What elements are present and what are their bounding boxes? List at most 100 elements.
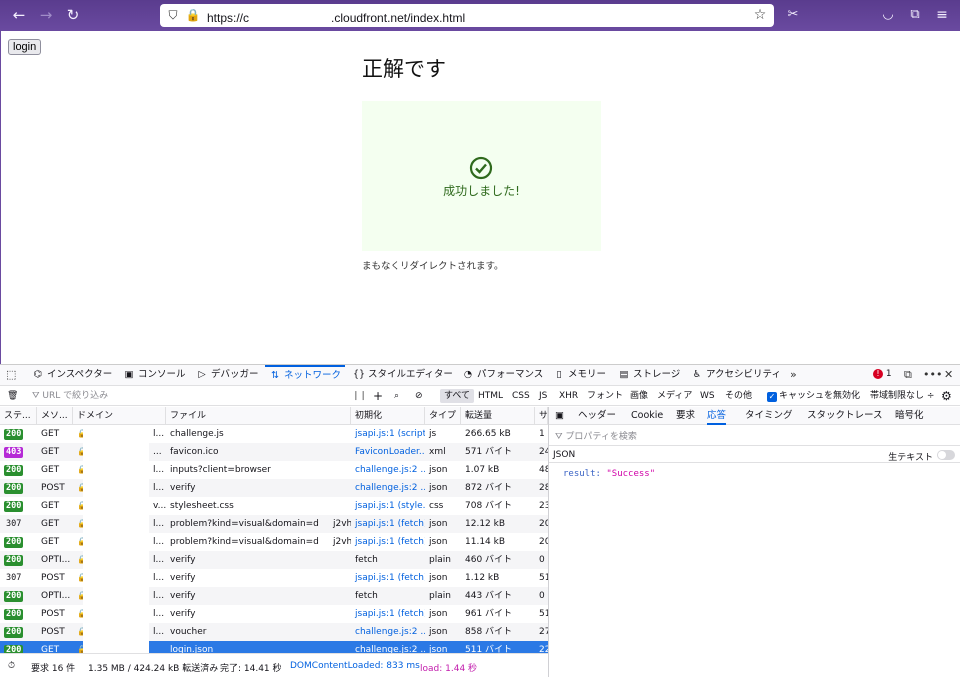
col-file[interactable]: ファイル [166,407,351,425]
filter-other[interactable]: その他 [725,389,752,403]
filter-images[interactable]: 画像 [630,389,648,403]
url-filter-input[interactable]: ⛛ URL で絞り込み [32,389,108,403]
initiator-cell[interactable]: FaviconLoader.... [351,443,425,461]
size-cell: 24 [539,447,548,457]
col-initiator[interactable]: 初期化 [351,407,425,425]
block-icon[interactable]: ⊘ [415,389,423,403]
table-row[interactable]: 200 GET 🔒 login.json challenge.js:2 ... json 5… [0,641,548,653]
tab-debugger[interactable]: ▷ デバッガー [196,365,258,386]
pause-icon[interactable]: ❙❙ [352,389,367,403]
status-badge: 200 [0,551,37,569]
shield-icon[interactable]: ⛉ [165,7,181,23]
filter-xhr[interactable]: XHR [559,389,578,403]
initiator-cell[interactable]: jsapi.js:1 (fetch) [351,605,425,623]
tab-performance[interactable]: ◔ パフォーマンス [462,365,543,386]
table-row[interactable]: 200 OPTI... 🔒 l... verify fetch plain 443 バイト 0 … [0,587,548,605]
tab-stack-trace[interactable]: スタックトレース [807,407,883,425]
back-arrow-icon[interactable]: ← [8,4,30,26]
table-row[interactable]: 200 GET 🔒 l... inputs?client=browser challeng… [0,461,548,479]
initiator-cell[interactable]: jsapi.js:1 (fetch) [351,569,425,587]
filter-all[interactable]: すべて [440,389,475,403]
filter-fonts[interactable]: フォント [587,389,623,403]
address-bar[interactable]: ⛉ 🔒 https://c .cloudfront.net/index.html … [160,4,774,27]
property-filter-input[interactable]: ⛛ プロパティを検索 [555,429,637,442]
tab-timings[interactable]: タイミング [745,407,793,425]
filter-ws[interactable]: WS [700,389,715,403]
close-icon[interactable]: ✕ [944,368,953,381]
col-domain[interactable]: ドメイン [73,407,166,425]
tab-accessibility[interactable]: ♿ アクセシビリティ [691,365,781,386]
forward-arrow-icon[interactable]: → [35,4,57,26]
tab-security[interactable]: 暗号化 [895,407,924,425]
table-row[interactable]: 200 GET 🔒 v... stylesheet.css jsapi.js:1 (sty… [0,497,548,515]
filter-html[interactable]: HTML [478,389,503,403]
initiator-cell[interactable]: challenge.js:2 ... [351,461,425,479]
file-name: verify [170,555,196,565]
tab-storage[interactable]: ▤ ストレージ [618,365,681,386]
tab-request[interactable]: 要求 [676,407,695,425]
col-method[interactable]: メソ... [37,407,73,425]
extensions-icon[interactable]: ⧉ [904,4,926,26]
tab-response[interactable]: 応答 [707,407,727,425]
menu-icon[interactable]: ≡ [931,4,953,26]
stopwatch-icon[interactable]: ⏱ [8,661,15,671]
initiator-cell[interactable]: jsapi.js:1 (style... [351,497,425,515]
table-row[interactable]: 200 OPTI... 🔒 l... verify fetch plain 460 バイト 0 … [0,551,548,569]
dock-icon[interactable]: ⧉ [904,368,912,382]
tab-memory[interactable]: ▯ メモリー [553,365,606,386]
filter-css[interactable]: CSS [512,389,530,403]
reload-icon[interactable]: ↻ [62,4,84,26]
settings-gear-icon[interactable]: ⚙ [941,389,952,403]
throttling-select[interactable]: 帯域制限なし ÷ [870,389,934,403]
col-type[interactable]: タイプ [425,407,461,425]
table-row[interactable]: 307 GET 🔒 l... problem?kind=visual&domain=d j… [0,515,548,533]
search-icon[interactable]: ⌕ [394,389,399,403]
tab-inspector[interactable]: ⌬ インスペクター [32,365,112,386]
tab-cookies[interactable]: Cookie [631,407,663,425]
tab-headers[interactable]: ヘッダー [578,407,616,425]
col-transferred[interactable]: 転送量 [461,407,535,425]
pocket-icon[interactable]: ◡ [877,4,899,26]
initiator-cell[interactable]: jsapi.js:1 (fetch) [351,515,425,533]
toggle-sidebar-icon[interactable]: ▣ [555,407,564,425]
table-row[interactable]: 200 GET 🔒 l... challenge.js jsapi.js:1 (scrip… [0,425,548,443]
tab-console[interactable]: ▣ コンソール [123,365,186,386]
table-row[interactable]: 200 POST 🔒 l... voucher challenge.js:2 ... jso… [0,623,548,641]
filter-media[interactable]: メディア [657,389,692,403]
table-row[interactable]: 307 POST 🔒 l... verify jsapi.js:1 (fetch) json… [0,569,548,587]
trash-icon[interactable]: 🗑 [7,389,18,403]
filter-js[interactable]: JS [539,389,547,403]
json-section-header[interactable]: JSON 生テキスト [549,445,960,463]
pick-element-icon[interactable]: ⬚ [6,368,16,381]
login-button[interactable]: login [8,39,42,55]
screenshot-icon[interactable]: ✂ [782,4,804,26]
domain-cell: 🔒 l... [73,461,166,479]
initiator-cell[interactable]: jsapi.js:1 (script) [351,425,425,443]
lock-icon[interactable]: 🔒 [185,7,201,23]
size-cell: 51 [539,609,548,619]
url-redaction [249,8,332,22]
table-row[interactable]: 200 GET 🔒 l... problem?kind=visual&domain=d j… [0,533,548,551]
col-status[interactable]: ステ... [0,407,37,425]
tab-network[interactable]: ⇅ ネットワーク [265,365,346,386]
url-text[interactable]: https://c .cloudfront.net/index.html [207,8,465,25]
initiator-cell[interactable]: challenge.js:2 ... [351,623,425,641]
accessibility-icon: ♿ [692,369,702,380]
initiator-cell[interactable]: jsapi.js:1 (fetch) [351,533,425,551]
more-tabs-icon[interactable]: » [790,368,797,381]
status-badge: 200 [0,533,37,551]
error-count-badge[interactable]: ! 1 [873,369,892,379]
disable-cache-checkbox[interactable]: ✓ キャッシュを無効化 [767,389,860,403]
initiator-cell[interactable]: challenge.js:2 ... [351,479,425,497]
plus-icon[interactable]: + [373,389,383,403]
bookmark-star-icon[interactable]: ☆ [752,7,768,23]
initiator-cell[interactable]: challenge.js:2 ... [351,641,425,653]
table-row[interactable]: 403 GET 🔒... favicon.ico FaviconLoader.... xm… [0,443,548,461]
table-row[interactable]: 200 POST 🔒 l... verify challenge.js:2 ... json… [0,479,548,497]
tab-style-editor[interactable]: {} スタイルエディター [353,365,453,386]
json-property[interactable]: result: "Success" [563,469,655,479]
table-row[interactable]: 200 POST 🔒 l... verify jsapi.js:1 (fetch) json… [0,605,548,623]
more-options-icon[interactable]: ••• [923,368,942,381]
raw-text-toggle[interactable] [937,450,955,460]
col-size[interactable]: サ [535,407,548,425]
